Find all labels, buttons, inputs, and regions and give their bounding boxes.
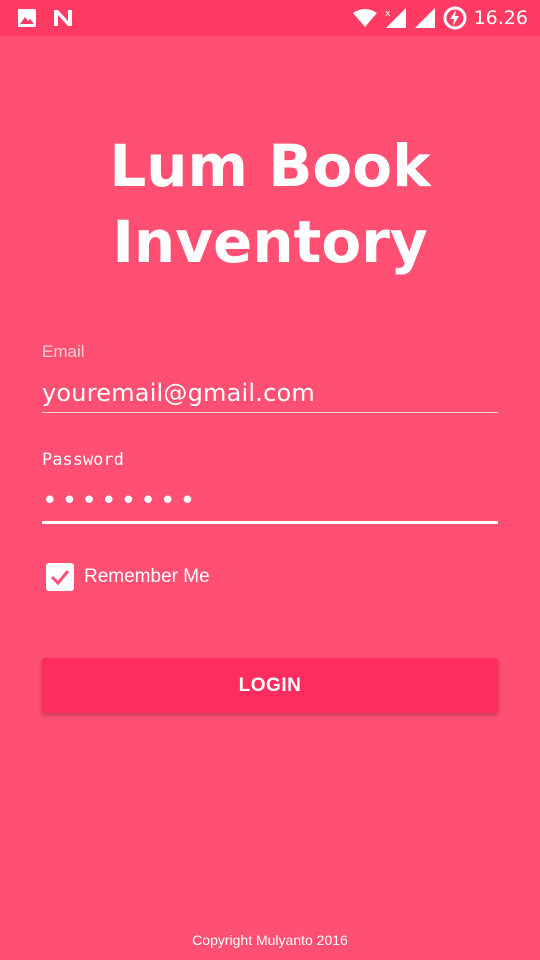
app-title-line-2: Inventory xyxy=(112,208,428,276)
email-field[interactable]: youremail@gmail.com xyxy=(42,374,498,412)
svg-text:x: x xyxy=(385,9,391,19)
email-label: Email xyxy=(42,342,85,361)
status-time: 16.26 xyxy=(473,7,528,29)
app-title-line-1: Lum Book xyxy=(109,132,431,200)
login-button[interactable]: LOGIN xyxy=(42,658,498,713)
copyright-text: Copyright Mulyanto 2016 xyxy=(192,932,348,948)
wifi-icon xyxy=(352,0,378,36)
remember-me-checkbox-row[interactable]: Remember Me xyxy=(46,562,210,592)
cell-signal-icon xyxy=(414,0,436,36)
checkmark-icon xyxy=(50,570,70,586)
battery-charging-icon xyxy=(443,0,467,36)
image-icon xyxy=(16,0,38,36)
app-title: Lum Book Inventory xyxy=(0,128,540,280)
remember-me-checkbox[interactable] xyxy=(46,563,74,591)
status-bar: x 16.26 xyxy=(0,0,540,36)
remember-me-label[interactable]: Remember Me xyxy=(84,566,210,588)
cell-signal-no-data-icon: x xyxy=(384,0,408,36)
password-underline xyxy=(42,521,498,524)
password-field[interactable]: •••••••• xyxy=(42,484,498,518)
email-underline xyxy=(42,412,498,413)
n-notification-icon xyxy=(52,0,74,36)
password-label: Password xyxy=(42,450,124,470)
